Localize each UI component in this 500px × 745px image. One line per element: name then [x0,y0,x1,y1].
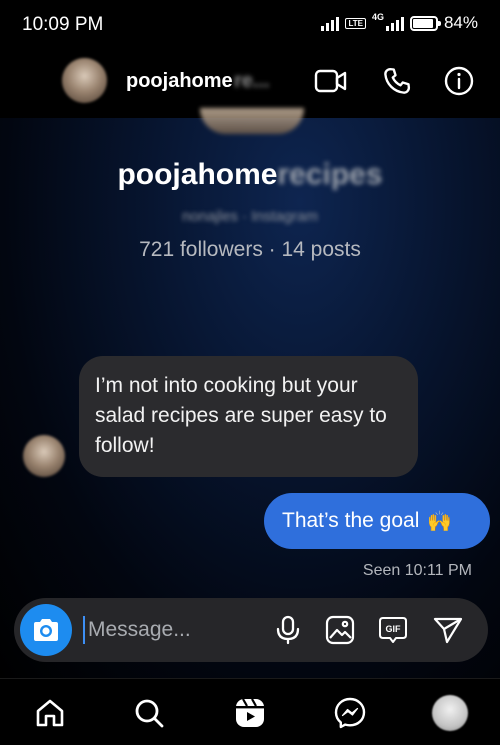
message-composer: GIF [14,598,488,662]
profile-subtitle: nonajles · Instagram [182,208,318,225]
cell-signal-icon [385,15,404,31]
phone-icon[interactable] [380,64,414,98]
status-bar: 10:09 PM LTE 4G 84% [0,0,500,50]
outgoing-message-text: That’s the goal [282,509,420,532]
contact-name[interactable]: poojahome [126,70,233,93]
battery-percent: 84% [443,13,478,32]
message-input[interactable] [88,610,268,650]
search-icon[interactable] [131,695,167,731]
reels-icon[interactable] [232,695,268,731]
gallery-icon[interactable] [324,614,356,646]
camera-button[interactable] [20,604,72,656]
chat-thread[interactable]: poojahomerecipes nonajles · Instagram 72… [0,108,500,678]
info-icon[interactable] [442,64,476,98]
text-cursor [83,616,85,644]
sender-avatar[interactable] [23,435,65,477]
gif-label: GIF [386,624,402,634]
outgoing-message[interactable]: That’s the goal 🙌 [264,493,490,549]
gif-icon[interactable]: GIF [377,614,409,646]
contact-name-obscured: re... [234,70,270,92]
status-time: 10:09 PM [22,14,104,35]
status-indicators: LTE 4G 84% [321,12,478,33]
battery-icon [409,15,441,31]
profile-name-obscured: recipes [277,158,383,191]
raising-hands-emoji: 🙌 [427,510,453,533]
microphone-icon[interactable] [272,614,304,646]
profile-name: poojahomerecipes [0,158,500,192]
video-call-icon[interactable] [314,64,348,98]
camera-icon [34,619,58,641]
home-icon[interactable] [32,695,68,731]
profile-photo [200,108,304,134]
lte-badge: LTE [345,17,366,29]
send-icon[interactable] [432,614,464,646]
contact-avatar[interactable] [62,58,107,103]
wifi-signal-icon [321,15,340,31]
incoming-message[interactable]: I’m not into cooking but your salad reci… [79,356,418,477]
bottom-navigation [0,678,500,745]
profile-stats: 721 followers · 14 posts [139,238,361,261]
profile-name-visible: poojahome [117,158,278,191]
profile-avatar[interactable] [432,695,468,731]
seen-status: Seen 10:11 PM [362,562,472,579]
network-type: 4G [371,12,384,22]
messenger-icon[interactable] [332,695,368,731]
